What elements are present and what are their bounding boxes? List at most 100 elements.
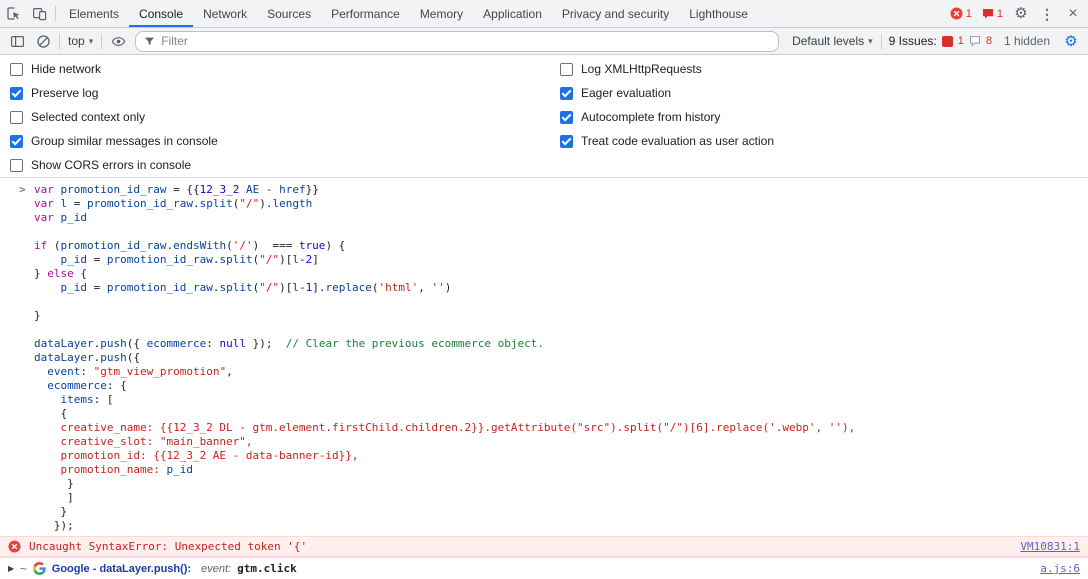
- setting-hide-network[interactable]: Hide network: [10, 57, 560, 81]
- sidebar-icon: [10, 34, 25, 49]
- error-source-link[interactable]: VM10831:1: [1020, 540, 1080, 553]
- issues-counter[interactable]: 9 Issues: 1 8: [885, 34, 996, 48]
- code-token: "/": [259, 253, 279, 266]
- code-token: ({: [127, 351, 140, 364]
- tab-console[interactable]: Console: [129, 0, 193, 27]
- context-selector[interactable]: top ▾: [63, 34, 98, 48]
- code-line: }: [34, 505, 855, 519]
- code-line: promotion_id: {{12_3_2 AE - data-banner-…: [34, 449, 855, 463]
- code-token: replace: [325, 281, 371, 294]
- code-token: (: [47, 239, 60, 252]
- code-line: if (promotion_id_raw.endsWith('/') === t…: [34, 239, 855, 253]
- clear-console-icon: [36, 34, 51, 49]
- console-error-message: Uncaught SyntaxError: Unexpected token '…: [0, 536, 1088, 557]
- chevron-down-icon: ▾: [868, 36, 873, 47]
- setting-show-cors-errors-in-console[interactable]: Show CORS errors in console: [10, 153, 560, 177]
- close-devtools-button[interactable]: ×: [1060, 6, 1086, 22]
- expand-arrow-icon[interactable]: ▶: [8, 564, 14, 573]
- code-token: ): [445, 281, 452, 294]
- tab-privacy-and-security[interactable]: Privacy and security: [552, 0, 679, 27]
- code-line: dataLayer.push({: [34, 351, 855, 365]
- code-token: promotion_id_raw: [107, 281, 213, 294]
- tab-performance[interactable]: Performance: [321, 0, 410, 27]
- filter-box[interactable]: [135, 31, 779, 52]
- log-source-link[interactable]: a.js:6: [1040, 562, 1080, 575]
- tab-sources[interactable]: Sources: [257, 0, 321, 27]
- code-token: var: [34, 211, 61, 224]
- setting-autocomplete-from-history[interactable]: Autocomplete from history: [560, 105, 1088, 129]
- clear-console-button[interactable]: [30, 29, 56, 53]
- code-token: -: [259, 183, 279, 196]
- tab-elements[interactable]: Elements: [59, 0, 129, 27]
- code-token: creative_slot: "main_banner",: [34, 435, 253, 448]
- issue-message-count: 8: [986, 35, 992, 47]
- code-line: dataLayer.push({ ecommerce: null }); // …: [34, 337, 855, 351]
- code-token: ) {: [325, 239, 345, 252]
- setting-treat-code-evaluation-as-user-action[interactable]: Treat code evaluation as user action: [560, 129, 1088, 153]
- console-settings-button[interactable]: ⚙: [1058, 29, 1084, 53]
- setting-selected-context-only[interactable]: Selected context only: [10, 105, 560, 129]
- console-error-badge[interactable]: 1: [945, 7, 977, 20]
- code-token: l: [292, 253, 299, 266]
- checkbox-unchecked-icon[interactable]: [10, 63, 23, 76]
- console-sidebar-toggle-button[interactable]: [4, 29, 30, 53]
- code-token: ]: [34, 491, 74, 504]
- code-token: split: [200, 197, 233, 210]
- code-token: items: [61, 393, 94, 406]
- log-levels-dropdown[interactable]: Default levels ▾: [787, 34, 878, 48]
- setting-group-similar-messages-in-console[interactable]: Group similar messages in console: [10, 129, 560, 153]
- settings-button[interactable]: ⚙: [1008, 6, 1034, 21]
- tab-network[interactable]: Network: [193, 0, 257, 27]
- tab-strip: ElementsConsoleNetworkSourcesPerformance…: [59, 0, 758, 27]
- console-log-row: ▶ ~ Google - dataLayer.push(): event: gt…: [0, 557, 1088, 579]
- issues-badge[interactable]: 1: [977, 8, 1008, 20]
- code-token: split: [219, 281, 252, 294]
- device-toolbar-button[interactable]: [26, 0, 52, 27]
- code-token: push: [100, 351, 127, 364]
- checkbox-checked-icon[interactable]: [10, 87, 23, 100]
- code-token: });: [34, 519, 74, 532]
- code-token: });: [246, 337, 286, 350]
- code-token: {: [34, 407, 67, 420]
- live-expression-button[interactable]: [105, 29, 131, 53]
- setting-log-xmlhttprequests[interactable]: Log XMLHttpRequests: [560, 57, 1088, 81]
- setting-label: Log XMLHttpRequests: [581, 62, 702, 76]
- code-token: [34, 393, 61, 406]
- gear-icon: ⚙: [1014, 6, 1027, 21]
- tab-lighthouse[interactable]: Lighthouse: [679, 0, 758, 27]
- code-token: [34, 379, 47, 392]
- checkbox-unchecked-icon[interactable]: [10, 111, 23, 124]
- code-token: endsWith: [173, 239, 226, 252]
- code-token: '/': [233, 239, 253, 252]
- kebab-menu-button[interactable]: ⋮: [1034, 7, 1060, 21]
- issue-error-count: 1: [958, 35, 964, 47]
- code-token: dataLayer: [34, 351, 94, 364]
- settings-col-left: Hide network Preserve log Selected context…: [0, 57, 560, 177]
- checkbox-unchecked-icon[interactable]: [10, 159, 23, 172]
- log-source-label: Google - dataLayer.push():: [52, 563, 191, 575]
- inspect-button[interactable]: [0, 0, 26, 27]
- tilde-prefix: ~: [20, 562, 27, 575]
- checkbox-unchecked-icon[interactable]: [560, 63, 573, 76]
- checkbox-checked-icon[interactable]: [560, 87, 573, 100]
- code-token: .: [193, 197, 200, 210]
- hidden-count-label: 1 hidden: [1004, 34, 1050, 48]
- tab-application[interactable]: Application: [473, 0, 552, 27]
- tab-memory[interactable]: Memory: [410, 0, 473, 27]
- code-token: ecommerce: [147, 337, 207, 350]
- checkbox-checked-icon[interactable]: [10, 135, 23, 148]
- filter-input[interactable]: [161, 34, 770, 48]
- code-token: p_id: [61, 211, 88, 224]
- code-token: event: [47, 365, 80, 378]
- code-token: : {: [107, 379, 127, 392]
- setting-eager-evaluation[interactable]: Eager evaluation: [560, 81, 1088, 105]
- code-token: else: [47, 267, 74, 280]
- inspect-icon: [6, 6, 21, 21]
- setting-preserve-log[interactable]: Preserve log: [10, 81, 560, 105]
- setting-label: Preserve log: [31, 86, 98, 100]
- checkbox-checked-icon[interactable]: [560, 111, 573, 124]
- setting-label: Autocomplete from history: [581, 110, 720, 124]
- chevron-down-icon: ▾: [89, 36, 94, 47]
- checkbox-checked-icon[interactable]: [560, 135, 573, 148]
- code-line: });: [34, 519, 855, 533]
